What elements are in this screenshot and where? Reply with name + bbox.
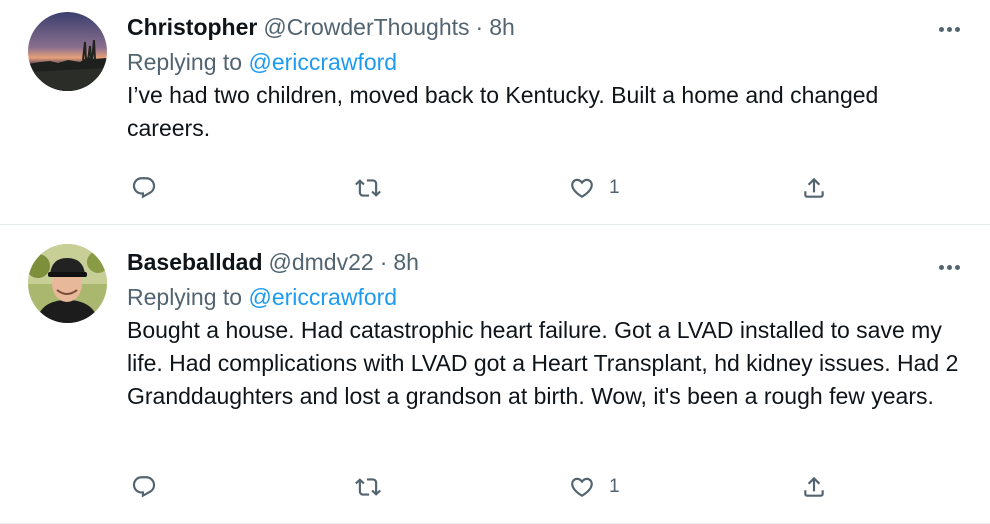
separator-dot: · [475, 14, 484, 40]
replying-to-label: Replying to [127, 49, 249, 75]
tweet-text: I’ve had two children, moved back to Ken… [127, 79, 960, 145]
tweet[interactable]: Baseballdad @dmdv22 · 8h Replying to @er… [0, 225, 990, 524]
like-button[interactable]: 1 [569, 470, 620, 504]
tweet[interactable]: Christopher @CrowderThoughts · 8h Replyi… [0, 0, 990, 225]
separator-dot: · [379, 249, 388, 275]
replying-to-label: Replying to [127, 284, 249, 310]
like-count: 1 [609, 177, 620, 198]
reply-button[interactable] [131, 171, 171, 205]
mention-link[interactable]: @ericcrawford [248, 284, 397, 310]
reply-icon [132, 476, 156, 498]
tweet-content: Christopher @CrowderThoughts · 8h Replyi… [127, 11, 960, 145]
share-icon [804, 476, 824, 497]
username[interactable]: @dmdv22 [269, 246, 374, 278]
more-icon[interactable] [939, 265, 960, 270]
display-name[interactable]: Baseballdad [127, 246, 263, 278]
retweet-icon [355, 179, 381, 197]
tweet-text-body: I’ve had two children, moved back to Ken… [127, 82, 879, 141]
share-button[interactable] [801, 470, 827, 504]
tweet-actions: 1 [127, 470, 847, 504]
username[interactable]: @CrowderThoughts [263, 11, 469, 43]
timestamp[interactable]: 8h [393, 246, 419, 278]
mention-link[interactable]: @ericcrawford [248, 49, 397, 75]
like-icon [571, 477, 593, 497]
retweet-button[interactable] [355, 171, 395, 205]
avatar[interactable] [28, 12, 107, 91]
tweet-text: Bought a house. Had catastrophic heart f… [127, 314, 960, 413]
share-icon [804, 177, 824, 198]
reply-icon [132, 177, 156, 199]
reply-button[interactable] [131, 470, 171, 504]
share-button[interactable] [801, 171, 827, 205]
replying-to: Replying to @ericcrawford [127, 45, 960, 79]
tweet-actions: 1 [127, 171, 847, 205]
sunset-landscape-avatar-icon [28, 12, 107, 91]
like-icon [571, 178, 593, 198]
like-count: 1 [609, 476, 620, 497]
man-with-cap-avatar-icon [28, 244, 107, 323]
timestamp[interactable]: 8h [489, 11, 515, 43]
tweet-content: Baseballdad @dmdv22 · 8h Replying to @er… [127, 246, 960, 413]
like-button[interactable]: 1 [569, 171, 620, 205]
avatar[interactable] [28, 244, 107, 323]
tweet-text-body: Bought a house. Had catastrophic heart f… [127, 317, 959, 409]
replying-to: Replying to @ericcrawford [127, 280, 960, 314]
display-name[interactable]: Christopher [127, 11, 257, 43]
tweet-header: Christopher @CrowderThoughts · 8h [127, 11, 960, 43]
tweet-header: Baseballdad @dmdv22 · 8h [127, 246, 960, 278]
retweet-icon [355, 478, 381, 496]
more-icon[interactable] [939, 27, 960, 32]
retweet-button[interactable] [355, 470, 395, 504]
